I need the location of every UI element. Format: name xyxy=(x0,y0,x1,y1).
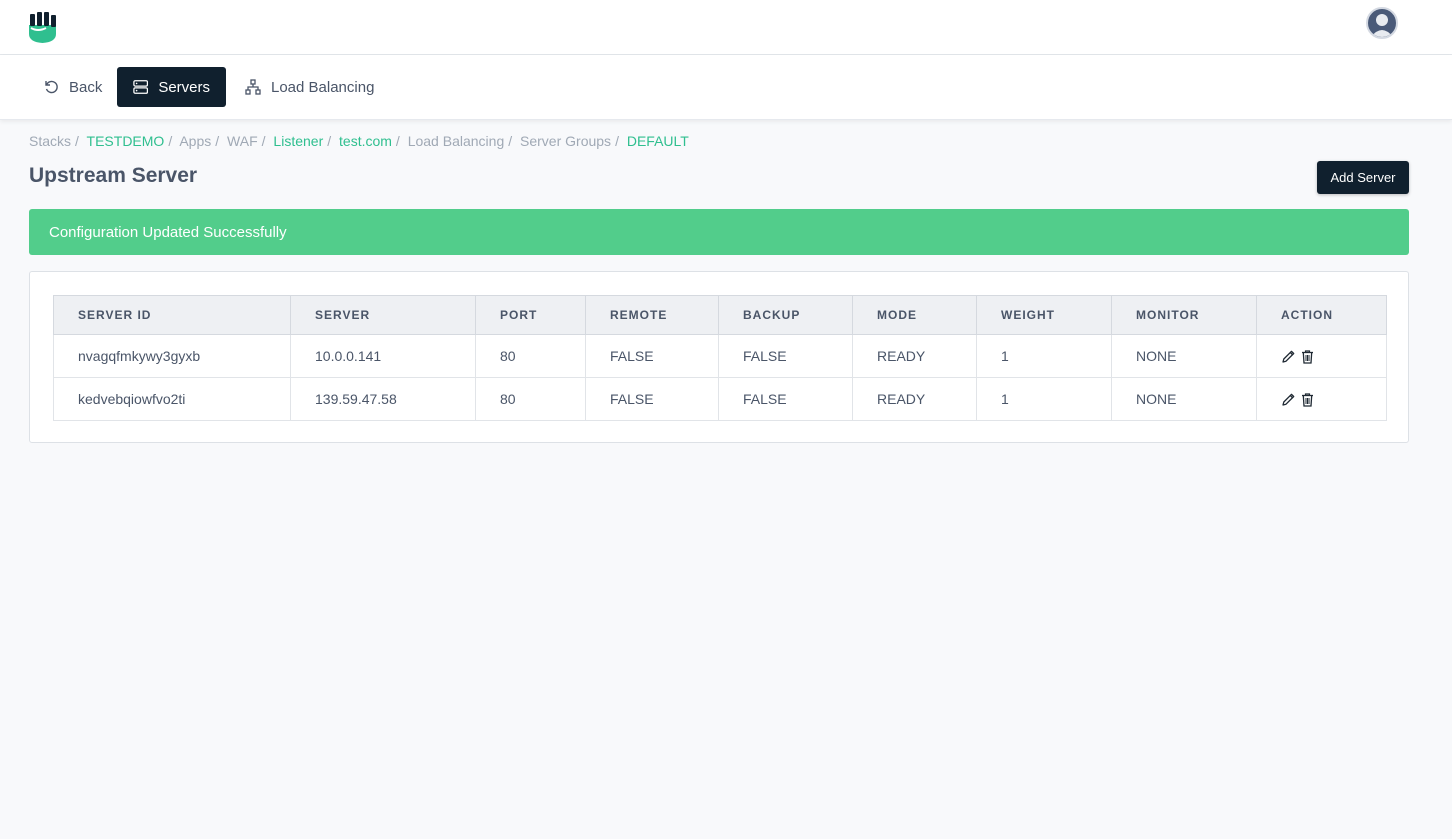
cell-port: 80 xyxy=(475,334,586,378)
col-weight[interactable]: WEIGHT xyxy=(976,295,1112,335)
table-row: nvagqfmkywy3gyxb 10.0.0.141 80 FALSE FAL… xyxy=(53,334,1387,378)
sub-navigation: Back Servers Load Balancing xyxy=(0,55,1452,120)
col-server[interactable]: SERVER xyxy=(290,295,476,335)
edit-pencil-icon[interactable] xyxy=(1281,392,1296,407)
edit-pencil-icon[interactable] xyxy=(1281,349,1296,364)
col-backup[interactable]: BACKUP xyxy=(718,295,853,335)
cell-weight: 1 xyxy=(976,334,1112,378)
col-monitor[interactable]: MONITOR xyxy=(1111,295,1257,335)
page-title: Upstream Server xyxy=(29,164,198,187)
cell-remote: FALSE xyxy=(585,334,719,378)
cell-server-id: nvagqfmkywy3gyxb xyxy=(53,334,291,378)
col-remote[interactable]: REMOTE xyxy=(585,295,719,335)
breadcrumb-listener[interactable]: Listener xyxy=(273,133,323,149)
success-alert: Configuration Updated Successfully xyxy=(29,209,1409,255)
sitemap-icon xyxy=(245,79,261,95)
undo-icon xyxy=(45,80,58,94)
load-balancing-label: Load Balancing xyxy=(271,78,375,96)
table-row: kedvebqiowfvo2ti 139.59.47.58 80 FALSE F… xyxy=(53,377,1387,421)
servers-table: SERVER ID SERVER PORT REMOTE BACKUP MODE… xyxy=(53,295,1387,421)
cell-action xyxy=(1256,377,1387,421)
table-header-row: SERVER ID SERVER PORT REMOTE BACKUP MODE… xyxy=(53,295,1387,335)
breadcrumb: Stacks / TESTDEMO / Apps / WAF / Listener / t… xyxy=(29,133,689,149)
server-icon xyxy=(133,80,149,94)
cell-server-id: kedvebqiowfvo2ti xyxy=(53,377,291,421)
delete-trash-icon[interactable] xyxy=(1300,349,1315,364)
add-server-button[interactable]: Add Server xyxy=(1317,161,1409,194)
back-button[interactable]: Back xyxy=(27,67,118,107)
servers-card: SERVER ID SERVER PORT REMOTE BACKUP MODE… xyxy=(29,271,1409,443)
logo-icon[interactable] xyxy=(28,12,58,44)
cell-backup: FALSE xyxy=(718,377,853,421)
col-action: ACTION xyxy=(1256,295,1387,335)
cell-remote: FALSE xyxy=(585,377,719,421)
back-label: Back xyxy=(69,78,103,96)
breadcrumb-stacks[interactable]: Stacks xyxy=(29,133,71,149)
cell-mode: READY xyxy=(852,377,977,421)
col-server-id[interactable]: SERVER ID xyxy=(53,295,291,335)
cell-mode: READY xyxy=(852,334,977,378)
cell-server: 139.59.47.58 xyxy=(290,377,476,421)
breadcrumb-server-groups[interactable]: Server Groups xyxy=(520,133,611,149)
load-balancing-tab[interactable]: Load Balancing xyxy=(229,67,390,107)
delete-trash-icon[interactable] xyxy=(1300,392,1315,407)
cell-monitor: NONE xyxy=(1111,377,1257,421)
col-port[interactable]: PORT xyxy=(475,295,586,335)
breadcrumb-waf[interactable]: WAF xyxy=(227,133,258,149)
cell-backup: FALSE xyxy=(718,334,853,378)
cell-action xyxy=(1256,334,1387,378)
cell-weight: 1 xyxy=(976,377,1112,421)
servers-tab[interactable]: Servers xyxy=(117,67,226,107)
cell-monitor: NONE xyxy=(1111,334,1257,378)
breadcrumb-test-com[interactable]: test.com xyxy=(339,133,392,149)
breadcrumb-default[interactable]: DEFAULT xyxy=(627,133,689,149)
servers-label: Servers xyxy=(158,78,210,96)
cell-server: 10.0.0.141 xyxy=(290,334,476,378)
breadcrumb-load-balancing[interactable]: Load Balancing xyxy=(408,133,505,149)
user-avatar-icon[interactable] xyxy=(1366,7,1398,39)
col-mode[interactable]: MODE xyxy=(852,295,977,335)
top-bar xyxy=(0,0,1452,55)
breadcrumb-apps[interactable]: Apps xyxy=(179,133,211,149)
cell-port: 80 xyxy=(475,377,586,421)
breadcrumb-testdemo[interactable]: TESTDEMO xyxy=(87,133,165,149)
alert-message: Configuration Updated Successfully xyxy=(49,223,287,241)
